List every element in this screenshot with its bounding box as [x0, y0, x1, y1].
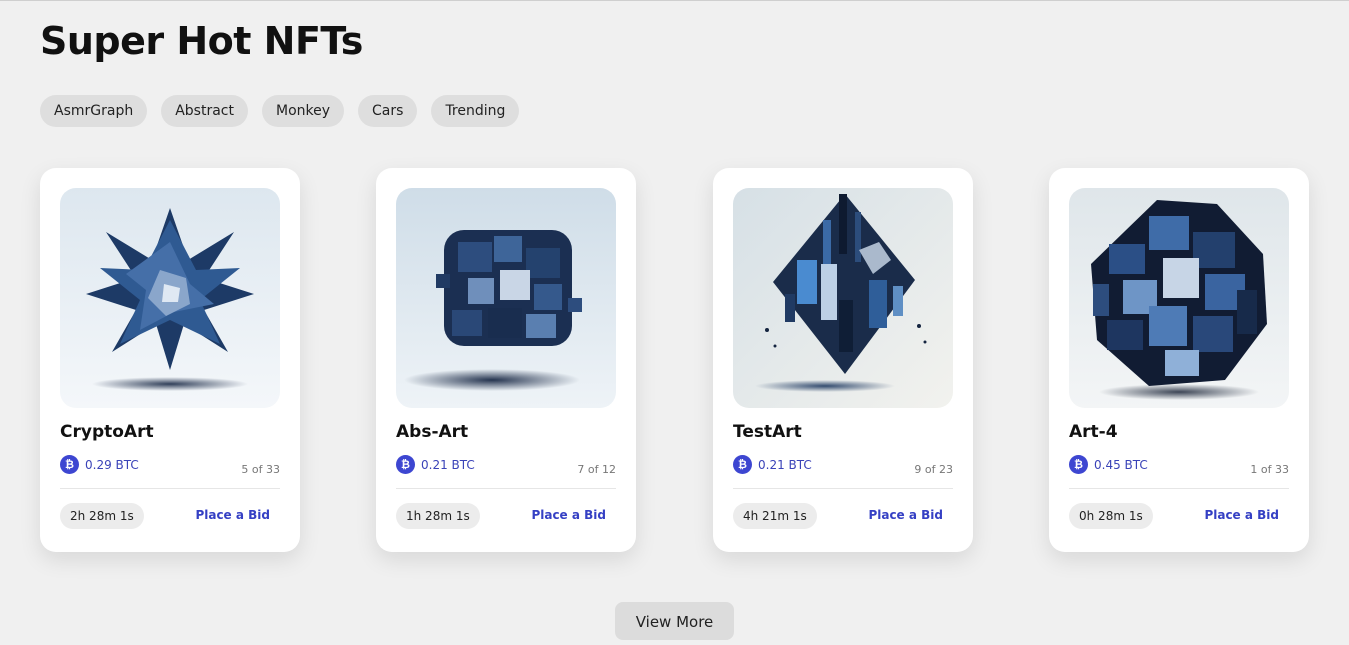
place-bid-button[interactable]: Place a Bid	[195, 508, 270, 522]
category-tags: AsmrGraph Abstract Monkey Cars Trending	[40, 95, 520, 127]
price-row: ₿ 0.29 BTC	[60, 455, 139, 474]
nft-card[interactable]: TestArt ₿ 0.21 BTC 9 of 23 4h 21m 1s Pla…	[713, 168, 973, 552]
nft-image[interactable]	[1069, 188, 1289, 408]
place-bid-button[interactable]: Place a Bid	[868, 508, 943, 522]
nft-image[interactable]	[733, 188, 953, 408]
tag-trending[interactable]: Trending	[431, 95, 520, 127]
bitcoin-icon: ₿	[60, 455, 79, 474]
tag-cars[interactable]: Cars	[358, 95, 418, 127]
edition-count: 7 of 12	[577, 463, 616, 476]
divider	[733, 488, 953, 489]
nft-card[interactable]: Abs-Art ₿ 0.21 BTC 7 of 12 1h 28m 1s Pla…	[376, 168, 636, 552]
bitcoin-icon: ₿	[396, 455, 415, 474]
divider	[1069, 488, 1289, 489]
nft-name: CryptoArt	[60, 422, 154, 442]
price-row: ₿ 0.21 BTC	[396, 455, 475, 474]
section-title: Super Hot NFTs	[40, 19, 363, 63]
divider	[60, 488, 280, 489]
tag-abstract[interactable]: Abstract	[161, 95, 248, 127]
nft-name: Art-4	[1069, 422, 1118, 442]
nft-image[interactable]	[60, 188, 280, 408]
nft-price: 0.21 BTC	[758, 457, 812, 472]
tag-monkey[interactable]: Monkey	[262, 95, 345, 127]
auction-timer: 1h 28m 1s	[396, 503, 480, 529]
view-more-button[interactable]: View More	[615, 602, 734, 640]
tag-asmrgraph[interactable]: AsmrGraph	[40, 95, 148, 127]
price-row: ₿ 0.45 BTC	[1069, 455, 1148, 474]
place-bid-button[interactable]: Place a Bid	[531, 508, 606, 522]
auction-timer: 2h 28m 1s	[60, 503, 144, 529]
nft-card[interactable]: CryptoArt ₿ 0.29 BTC 5 of 33 2h 28m 1s P…	[40, 168, 300, 552]
nft-image[interactable]	[396, 188, 616, 408]
edition-count: 1 of 33	[1250, 463, 1289, 476]
bitcoin-icon: ₿	[733, 455, 752, 474]
edition-count: 9 of 23	[914, 463, 953, 476]
nft-card[interactable]: Art-4 ₿ 0.45 BTC 1 of 33 0h 28m 1s Place…	[1049, 168, 1309, 552]
auction-timer: 0h 28m 1s	[1069, 503, 1153, 529]
bitcoin-icon: ₿	[1069, 455, 1088, 474]
price-row: ₿ 0.21 BTC	[733, 455, 812, 474]
nft-price: 0.45 BTC	[1094, 457, 1148, 472]
auction-timer: 4h 21m 1s	[733, 503, 817, 529]
nft-name: Abs-Art	[396, 422, 469, 442]
nft-price: 0.29 BTC	[85, 457, 139, 472]
nft-name: TestArt	[733, 422, 802, 442]
nft-price: 0.21 BTC	[421, 457, 475, 472]
edition-count: 5 of 33	[241, 463, 280, 476]
place-bid-button[interactable]: Place a Bid	[1204, 508, 1279, 522]
divider	[396, 488, 616, 489]
